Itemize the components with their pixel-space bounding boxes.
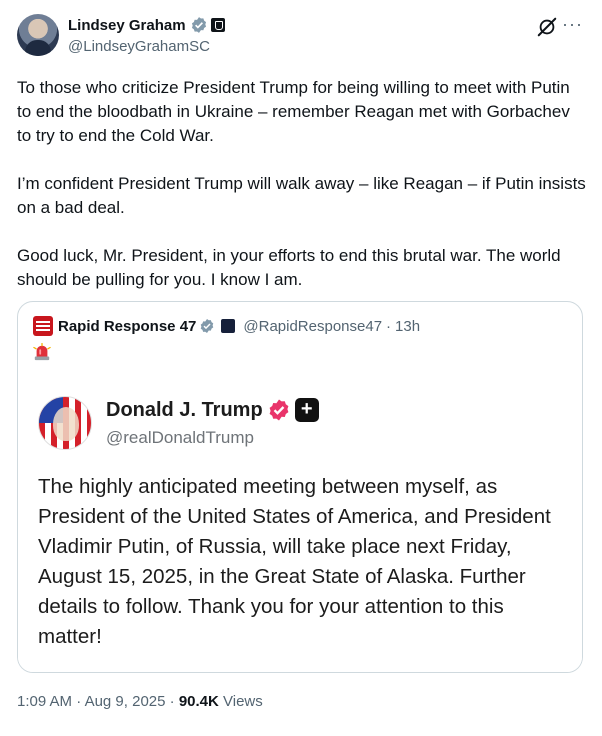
quoted-header: Rapid Response 47 @RapidResponse47 · 13h bbox=[33, 316, 420, 336]
tweet-date[interactable]: Aug 9, 2025 bbox=[85, 693, 166, 710]
truth-plus-icon: + bbox=[294, 398, 319, 422]
siren-emoji-icon bbox=[33, 343, 51, 361]
grok-icon[interactable] bbox=[536, 16, 558, 38]
truth-name-row: Donald J. Trump + bbox=[106, 398, 319, 422]
quoted-timestamp[interactable]: 13h bbox=[395, 318, 420, 335]
verified-badge-icon bbox=[269, 399, 289, 421]
author-name-row: Lindsey Graham bbox=[68, 15, 225, 35]
author-display-name[interactable]: Lindsey Graham bbox=[68, 17, 186, 34]
quoted-display-name[interactable]: Rapid Response 47 bbox=[58, 318, 196, 335]
verified-badge-icon bbox=[201, 319, 214, 333]
tweet-paragraph: Good luck, Mr. President, in your effort… bbox=[17, 246, 561, 289]
truth-avatar bbox=[38, 396, 92, 450]
quoted-handle[interactable]: @RapidResponse47 bbox=[243, 318, 382, 335]
separator-dot: · bbox=[386, 317, 392, 335]
truth-handle: @realDonaldTrump bbox=[106, 428, 254, 447]
more-icon[interactable]: ··· bbox=[562, 14, 583, 35]
tweet: Lindsey Graham @LindseyGrahamSC ··· To t… bbox=[0, 0, 602, 736]
tweet-meta: 1:09 AM · Aug 9, 2025 · 90.4K Views bbox=[17, 693, 263, 710]
tweet-time[interactable]: 1:09 AM bbox=[17, 693, 72, 710]
tweet-body: To those who criticize President Trump f… bbox=[17, 76, 587, 316]
government-affiliation-icon[interactable] bbox=[210, 18, 225, 32]
government-affiliation-icon[interactable] bbox=[221, 319, 236, 333]
truth-display-name: Donald J. Trump bbox=[106, 398, 263, 421]
author-handle[interactable]: @LindseyGrahamSC bbox=[68, 38, 225, 55]
tweet-paragraph: I’m confident President Trump will walk … bbox=[17, 174, 586, 217]
quoted-avatar[interactable] bbox=[33, 316, 53, 336]
author-block: Lindsey Graham @LindseyGrahamSC bbox=[68, 15, 225, 55]
verified-badge-icon bbox=[191, 17, 206, 33]
separator-dot: · bbox=[165, 693, 179, 710]
quoted-image-card[interactable]: Donald J. Trump + @realDonaldTrump The h… bbox=[18, 372, 582, 672]
author-avatar[interactable] bbox=[17, 14, 59, 56]
quoted-tweet[interactable]: Rapid Response 47 @RapidResponse47 · 13h… bbox=[17, 301, 583, 673]
views-count: 90.4K bbox=[178, 693, 219, 710]
separator-dot: · bbox=[72, 693, 85, 710]
tweet-paragraph: To those who criticize President Trump f… bbox=[17, 78, 570, 145]
truth-post-text: The highly anticipated meeting between m… bbox=[38, 475, 551, 648]
views-label: Views bbox=[218, 693, 263, 710]
